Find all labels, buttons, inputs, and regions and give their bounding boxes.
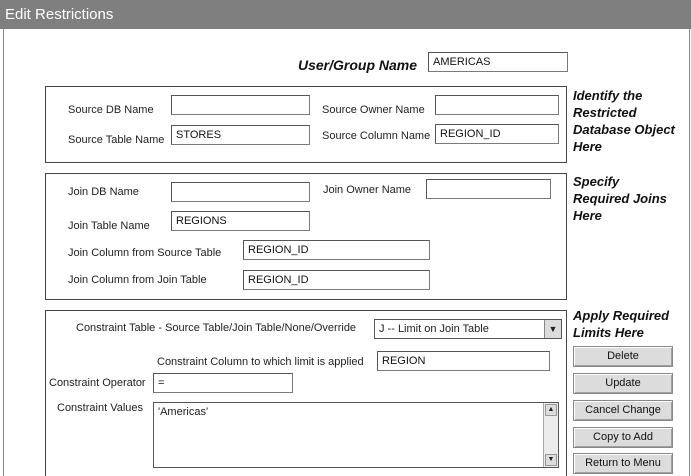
join-table-name-field[interactable]: REGIONS bbox=[171, 211, 310, 231]
source-table-name-label: Source Table Name bbox=[68, 134, 165, 146]
join-owner-name-field[interactable] bbox=[426, 179, 551, 199]
join-col-source-field[interactable]: REGION_ID bbox=[243, 240, 430, 260]
user-group-label: User/Group Name bbox=[298, 57, 418, 73]
source-owner-name-label: Source Owner Name bbox=[322, 104, 425, 116]
source-column-name-field[interactable]: REGION_ID bbox=[435, 124, 559, 144]
constraint-table-value: J -- Limit on Join Table bbox=[379, 323, 489, 335]
source-instructions: Identify the Restricted Database Object … bbox=[573, 88, 675, 154]
constraint-values-text: 'Americas' bbox=[158, 406, 209, 418]
return-to-menu-button[interactable]: Return to Menu bbox=[573, 453, 673, 474]
window-title: Edit Restrictions bbox=[5, 6, 114, 23]
source-db-name-label: Source DB Name bbox=[68, 104, 154, 116]
join-col-join-label: Join Column from Join Table bbox=[68, 274, 207, 286]
chevron-down-icon[interactable]: ▼ bbox=[544, 320, 561, 338]
source-column-name-label: Source Column Name bbox=[322, 130, 431, 142]
update-button[interactable]: Update bbox=[573, 373, 673, 394]
constraint-values-textarea[interactable]: 'Americas' ▲ ▼ bbox=[153, 402, 559, 468]
join-instructions: Specify Required Joins Here bbox=[573, 174, 667, 223]
join-owner-name-label: Join Owner Name bbox=[323, 184, 412, 196]
constraint-table-select[interactable]: J -- Limit on Join Table ▼ bbox=[374, 319, 562, 339]
constraint-column-label: Constraint Column to which limit is appl… bbox=[157, 356, 364, 368]
constraint-table-label: Constraint Table - Source Table/Join Tab… bbox=[76, 322, 357, 334]
copy-to-add-button[interactable]: Copy to Add bbox=[573, 427, 673, 448]
arrow-up-icon[interactable]: ▲ bbox=[545, 404, 557, 416]
source-table-name-field[interactable]: STORES bbox=[171, 125, 310, 145]
source-owner-name-field[interactable] bbox=[435, 95, 559, 115]
join-table-name-label: Join Table Name bbox=[68, 220, 150, 232]
join-col-source-label: Join Column from Source Table bbox=[68, 247, 222, 259]
join-db-name-field[interactable] bbox=[171, 182, 310, 202]
join-db-name-label: Join DB Name bbox=[68, 186, 139, 198]
join-col-join-field[interactable]: REGION_ID bbox=[243, 270, 430, 290]
textarea-scrollbar[interactable]: ▲ ▼ bbox=[543, 403, 558, 467]
cancel-change-button[interactable]: Cancel Change bbox=[573, 400, 673, 421]
arrow-down-icon[interactable]: ▼ bbox=[545, 454, 557, 466]
delete-button[interactable]: Delete bbox=[573, 346, 673, 367]
window-title-bar: Edit Restrictions bbox=[0, 0, 691, 29]
constraint-values-label: Constraint Values bbox=[57, 402, 144, 414]
constraint-operator-label: Constraint Operator bbox=[49, 377, 146, 389]
user-group-field[interactable]: AMERICAS bbox=[428, 52, 568, 72]
constraint-operator-field[interactable]: = bbox=[153, 373, 293, 393]
constraint-column-field[interactable]: REGION bbox=[377, 351, 550, 371]
source-db-name-field[interactable] bbox=[171, 95, 310, 115]
constraint-instructions: Apply Required Limits Here bbox=[573, 308, 670, 340]
